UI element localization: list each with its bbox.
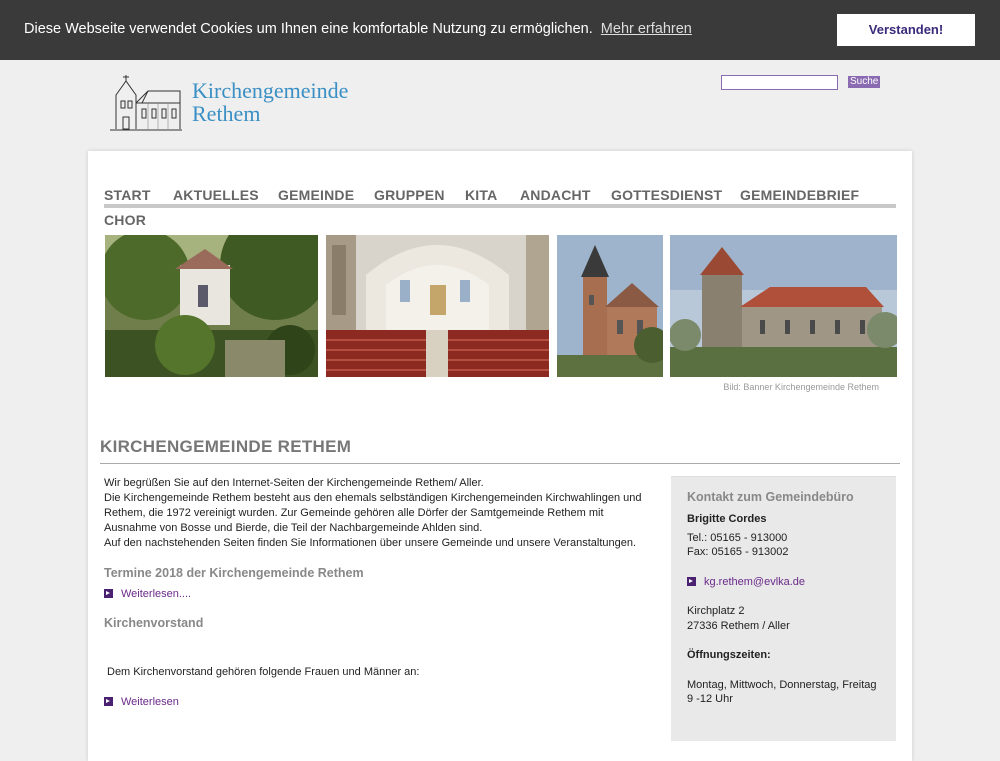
nav-item-kita[interactable]: KITA [465, 187, 497, 203]
contact-fax: Fax: 05165 - 913002 [687, 546, 789, 558]
contact-city: 27336 Rethem / Aller [687, 620, 790, 632]
banner-image-church [670, 235, 897, 377]
page-title: KIRCHENGEMEINDE RETHEM [100, 437, 352, 456]
kirchenvorstand-link-label: Weiterlesen [121, 696, 179, 708]
church-logo-icon [110, 75, 182, 131]
logo-text: Kirchengemeinde Rethem [192, 79, 348, 125]
logo-line-2: Rethem [192, 101, 261, 126]
nav-item-aktuelles[interactable]: AKTUELLES [173, 187, 259, 203]
contact-email: kg.rethem@evlka.de [704, 576, 806, 588]
kirchenvorstand-heading: Kirchenvorstand [104, 616, 204, 630]
kirchenvorstand-text: Dem Kirchenvorstand gehören folgende Fra… [107, 666, 420, 678]
banner-image-interior [326, 235, 549, 377]
title-divider [100, 463, 900, 464]
nav-item-start[interactable]: START [104, 187, 151, 203]
intro-text: Wir begrüßen Sie auf den Internet-Seiten… [104, 476, 644, 551]
arrow-bullet-icon [104, 589, 113, 598]
banner-image-tower [557, 235, 663, 377]
contact-tel: Tel.: 05165 - 913000 [687, 532, 788, 544]
site-logo[interactable]: Kirchengemeinde Rethem [108, 73, 368, 133]
intro-line-1: Wir begrüßen Sie auf den Internet-Seiten… [104, 477, 484, 489]
hours-days: Montag, Mittwoch, Donnerstag, Freitag [687, 679, 877, 691]
arrow-bullet-icon [104, 697, 113, 706]
nav-item-gottesdienst[interactable]: GOTTESDIENST [611, 187, 722, 203]
nav-item-chor[interactable]: CHOR [104, 212, 146, 228]
logo-line-1: Kirchengemeinde [192, 78, 349, 103]
termine-heading: Termine 2018 der Kirchengemeinde Rethem [104, 566, 364, 580]
banner-caption: Bild: Banner Kirchengemeinde Rethem [723, 382, 879, 392]
intro-line-2: Die Kirchengemeinde Rethem besteht aus d… [104, 492, 642, 534]
search-button[interactable]: Suche [848, 76, 881, 88]
contact-name: Brigitte Cordes [687, 513, 767, 525]
hours-time: 9 -12 Uhr [687, 693, 733, 705]
search-input[interactable] [721, 75, 838, 90]
cookie-more-link[interactable]: Mehr erfahren [601, 21, 692, 37]
kirchenvorstand-read-more-link[interactable]: Weiterlesen [104, 696, 179, 708]
arrow-bullet-icon [687, 577, 696, 586]
nav-divider [104, 204, 896, 208]
nav-item-gruppen[interactable]: GRUPPEN [374, 187, 445, 203]
cookie-message-text: Diese Webseite verwendet Cookies um Ihne… [24, 21, 593, 37]
nav-item-gemeinde[interactable]: GEMEINDE [278, 187, 354, 203]
banner-image-chapel [105, 235, 318, 377]
cookie-message: Diese Webseite verwendet Cookies um Ihne… [24, 21, 692, 37]
contact-title: Kontakt zum Gemeindebüro [687, 490, 854, 504]
nav-item-andacht[interactable]: ANDACHT [520, 187, 591, 203]
contact-email-link[interactable]: kg.rethem@evlka.de [687, 575, 805, 590]
cookie-accept-button[interactable]: Verstanden! [837, 14, 975, 46]
nav-item-gemeindebrief[interactable]: GEMEINDEBRIEF [740, 187, 859, 203]
intro-line-3: Auf den nachstehenden Seiten finden Sie … [104, 537, 637, 549]
contact-street: Kirchplatz 2 [687, 605, 745, 617]
cookie-bar: Diese Webseite verwendet Cookies um Ihne… [0, 0, 1000, 60]
termine-read-more-link[interactable]: Weiterlesen.... [104, 588, 191, 600]
termine-link-label: Weiterlesen.... [121, 588, 192, 600]
hours-label: Öffnungszeiten: [687, 649, 771, 661]
